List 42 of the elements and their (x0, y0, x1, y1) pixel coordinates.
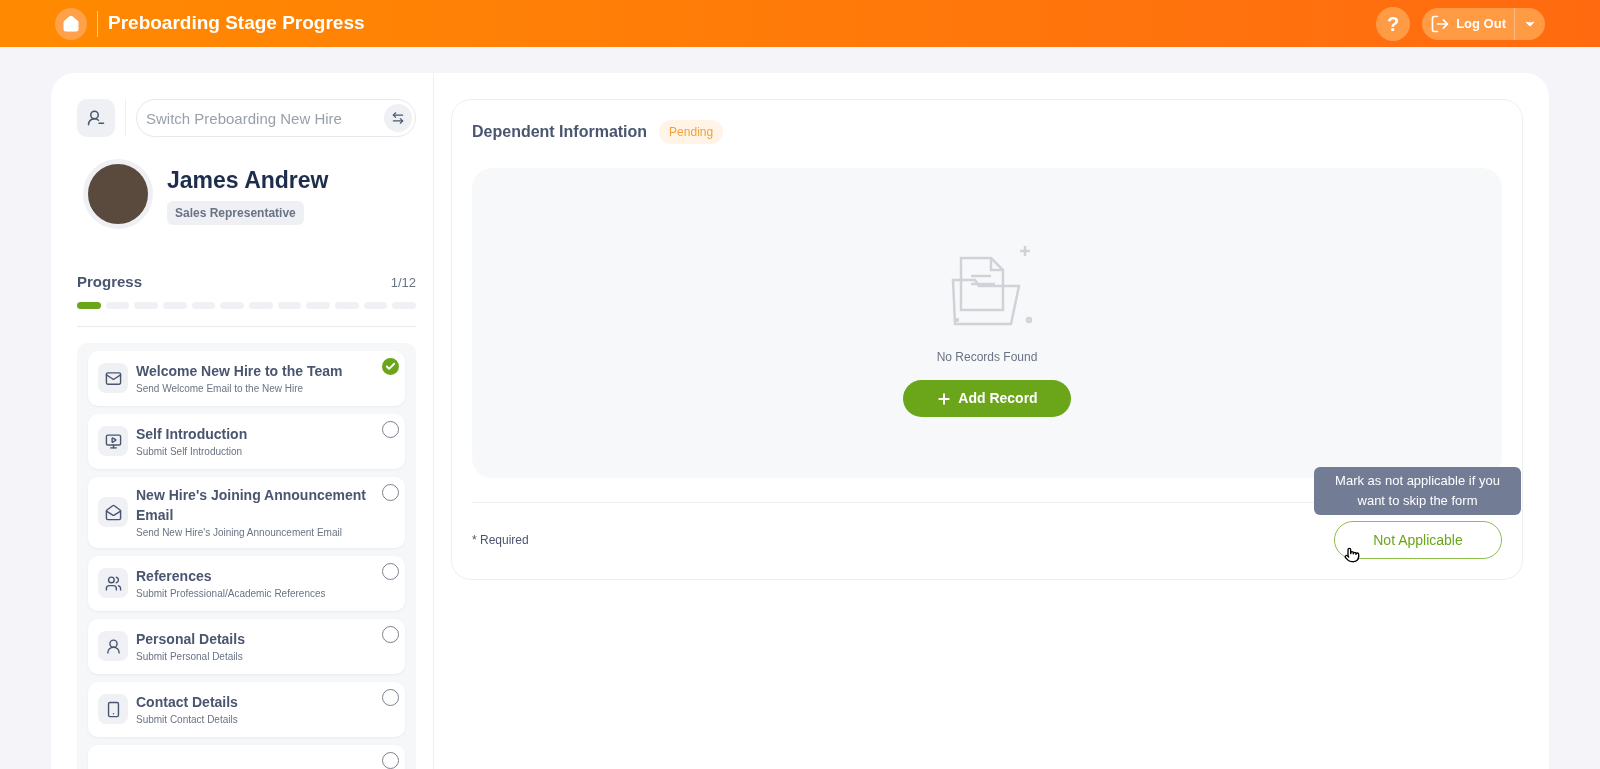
envelope-icon (98, 497, 128, 527)
task-card[interactable]: References Submit Professional/Academic References (88, 555, 405, 611)
task-title: Self Introduction (136, 424, 248, 444)
empty-message: No Records Found (936, 349, 1038, 366)
task-title: New Hire's Joining Announcement Email (136, 485, 367, 525)
task-subtitle: Submit Contact Details (136, 712, 238, 727)
task-card[interactable]: Self Introduction Submit Self Introduction (88, 413, 405, 469)
progress-count: 1/12 (390, 273, 416, 292)
task-title: Personal Details (136, 629, 245, 649)
phone-icon (98, 694, 128, 724)
tooltip: Mark as not applicable if you want to skip the form (1314, 467, 1521, 515)
switch-hire-field[interactable]: Switch Preboarding New Hire (136, 99, 416, 137)
hand-cursor-icon (1344, 547, 1360, 563)
unassign-user-button[interactable] (77, 99, 115, 137)
person-icon (98, 631, 128, 661)
task-title: References (136, 566, 213, 586)
task-subtitle: Submit Personal Details (136, 649, 244, 664)
page-title: Preboarding Stage Progress (108, 11, 365, 36)
task-title: Contact Details (136, 692, 238, 712)
home-icon (62, 14, 80, 33)
switch-users-icon[interactable] (384, 104, 412, 132)
progress-label: Progress (77, 272, 143, 292)
role-badge: Sales Representative (167, 201, 304, 226)
mail-icon (98, 363, 128, 393)
task-subtitle: Send Welcome Email to the New Hire (136, 381, 305, 396)
people-icon (98, 568, 128, 598)
video-icon (98, 426, 128, 456)
task-title: Welcome New Hire to the Team (136, 361, 343, 381)
status-badge: Pending (659, 120, 724, 144)
required-note: * Required (472, 532, 529, 549)
logout-icon (1430, 13, 1451, 34)
task-subtitle: Submit Self Introduction (136, 444, 244, 459)
task-card[interactable]: Welcome New Hire to the Team Send Welcome Email to the New Hire (88, 350, 405, 406)
task-subtitle: Submit Professional/Academic References (136, 586, 326, 601)
home-button[interactable] (55, 7, 87, 40)
task-card[interactable]: Contact Details Submit Contact Details (88, 681, 405, 737)
employee-name: James Andrew (167, 165, 329, 195)
task-card[interactable]: Personal Details Submit Personal Details (88, 618, 405, 674)
task-card[interactable]: New Hire's Joining Announcement Email Send New Hire's Joining Announcement Email (88, 476, 405, 548)
section-title: Dependent Information (472, 122, 648, 142)
task-subtitle: Send New Hire's Joining Announcement Email (136, 525, 343, 540)
user-remove-icon (87, 109, 105, 127)
